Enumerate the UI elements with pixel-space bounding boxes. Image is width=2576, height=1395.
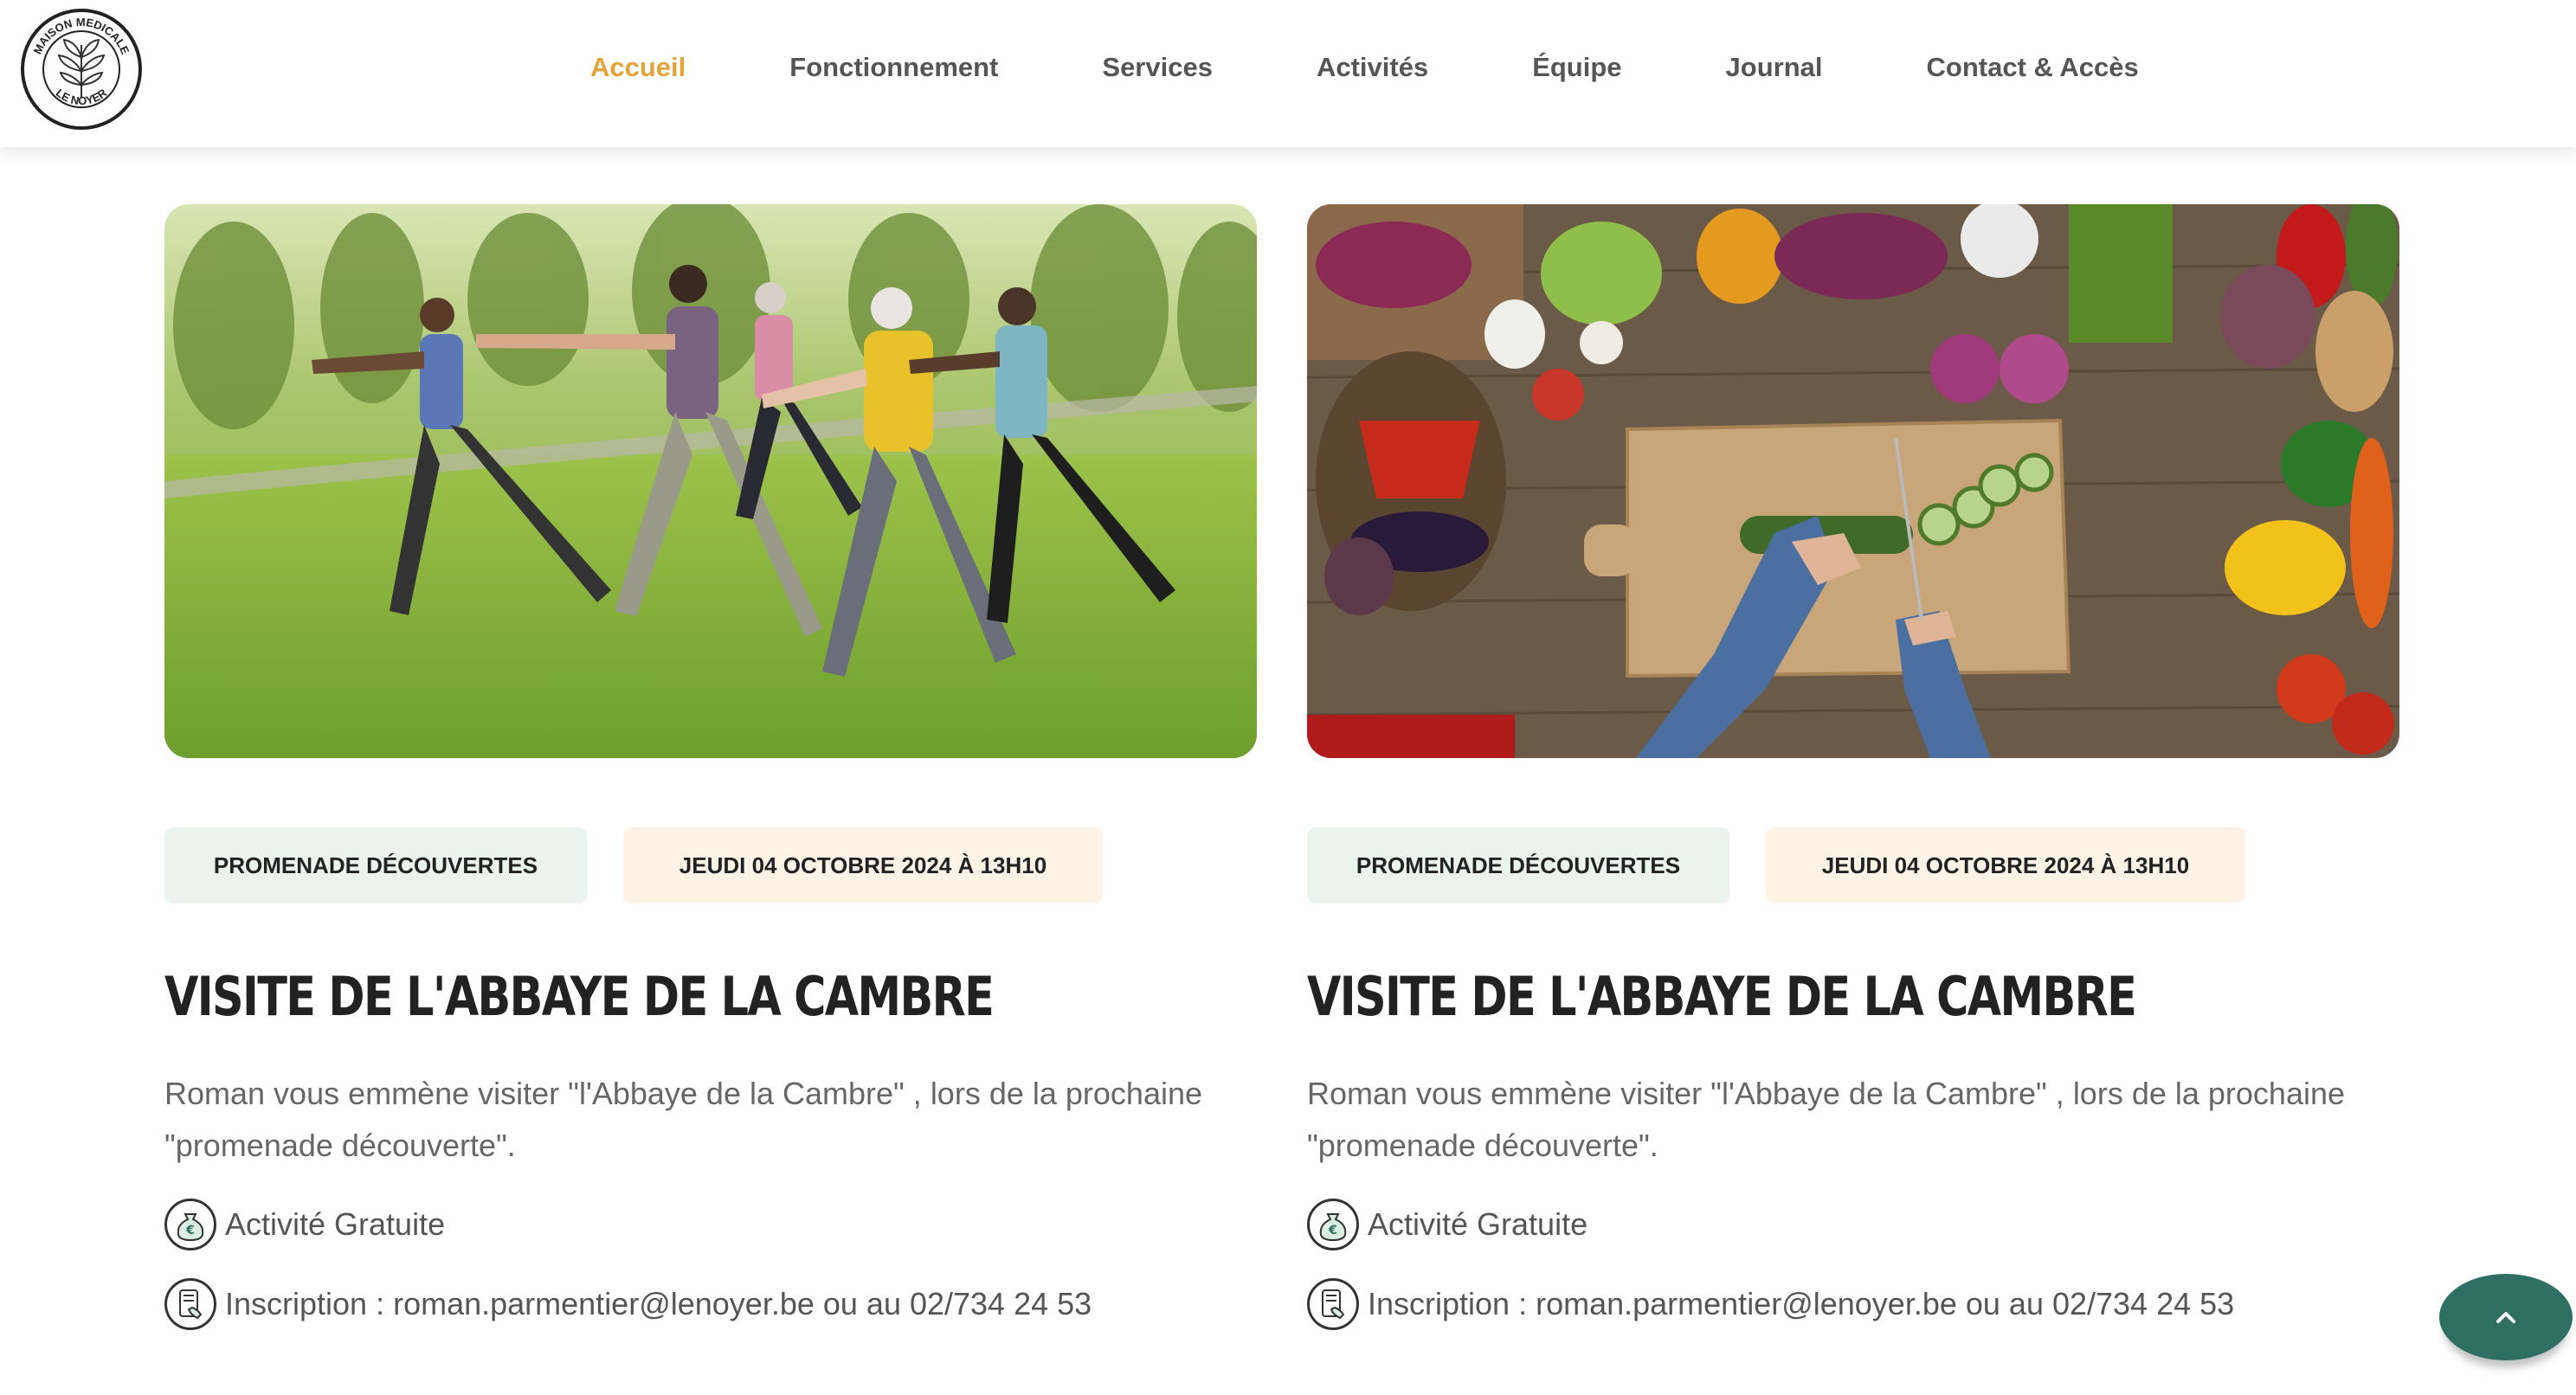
phone-note-icon <box>164 1278 216 1330</box>
price-text: Activité Gratuite <box>1368 1206 1588 1242</box>
price-row: € Activité Gratuite <box>1307 1198 2399 1251</box>
nav-services[interactable]: Services <box>1102 52 1213 83</box>
svg-text:€: € <box>185 1224 195 1238</box>
activity-title[interactable]: VISITE DE L'ABBAYE DE LA CAMBRE <box>164 962 1060 1032</box>
chevron-up-icon <box>2496 1312 2515 1323</box>
date-tag: JEUDI 04 OCTOBRE 2024 À 13H10 <box>623 827 1103 903</box>
activity-card: PROMENADE DÉCOUVERTES JEUDI 04 OCTOBRE 2… <box>1307 204 2399 1331</box>
phone-note-icon <box>1307 1278 1359 1330</box>
nav-contact-acces[interactable]: Contact & Accès <box>1927 52 2139 83</box>
activity-tags: PROMENADE DÉCOUVERTES JEUDI 04 OCTOBRE 2… <box>164 827 1257 903</box>
money-bag-icon: € <box>164 1199 216 1250</box>
site-logo[interactable]: MAISON MEDICALE LE NOYER <box>19 7 144 132</box>
price-text: Activité Gratuite <box>225 1206 446 1242</box>
logo-emblem-icon: MAISON MEDICALE LE NOYER <box>21 9 142 130</box>
activity-description: Roman vous emmène visiter "l'Abbaye de l… <box>1307 1076 2346 1163</box>
svg-text:€: € <box>1328 1224 1337 1238</box>
nav-journal[interactable]: Journal <box>1726 52 1823 83</box>
nav-accueil[interactable]: Accueil <box>590 52 686 83</box>
nav-activites[interactable]: Activités <box>1317 52 1428 83</box>
nav-fonctionnement[interactable]: Fonctionnement <box>789 52 998 83</box>
vegetables-photo <box>1307 204 2399 758</box>
activity-card: PROMENADE DÉCOUVERTES JEUDI 04 OCTOBRE 2… <box>164 204 1257 1331</box>
main-nav: Accueil Fonctionnement Services Activité… <box>554 0 2243 135</box>
activity-image-tai-chi[interactable] <box>164 204 1257 758</box>
date-tag: JEUDI 04 OCTOBRE 2024 À 13H10 <box>1766 827 2245 903</box>
category-tag[interactable]: PROMENADE DÉCOUVERTES <box>1307 827 1729 903</box>
category-tag[interactable]: PROMENADE DÉCOUVERTES <box>164 827 587 903</box>
scroll-to-top-button[interactable] <box>2439 1274 2573 1360</box>
price-row: € Activité Gratuite <box>164 1198 1257 1251</box>
contact-row: Inscription : roman.parmentier@lenoyer.b… <box>164 1277 1257 1331</box>
contact-text: Inscription : roman.parmentier@lenoyer.b… <box>225 1286 1092 1321</box>
activity-description: Roman vous emmène visiter "l'Abbaye de l… <box>164 1076 1203 1163</box>
activity-image-vegetables[interactable] <box>1307 204 2399 758</box>
contact-text: Inscription : roman.parmentier@lenoyer.b… <box>1368 1286 2235 1321</box>
money-bag-icon: € <box>1307 1199 1359 1250</box>
contact-row: Inscription : roman.parmentier@lenoyer.b… <box>1307 1277 2399 1331</box>
nav-equipe[interactable]: Équipe <box>1532 52 1621 83</box>
tai-chi-photo <box>164 204 1257 758</box>
activity-title[interactable]: VISITE DE L'ABBAYE DE LA CAMBRE <box>1307 962 2203 1032</box>
activity-tags: PROMENADE DÉCOUVERTES JEUDI 04 OCTOBRE 2… <box>1307 827 2399 903</box>
scroll-to-top-circle[interactable] <box>2439 1274 2573 1360</box>
site-header: MAISON MEDICALE LE NOYER Accueil Fonctio… <box>0 0 2576 147</box>
